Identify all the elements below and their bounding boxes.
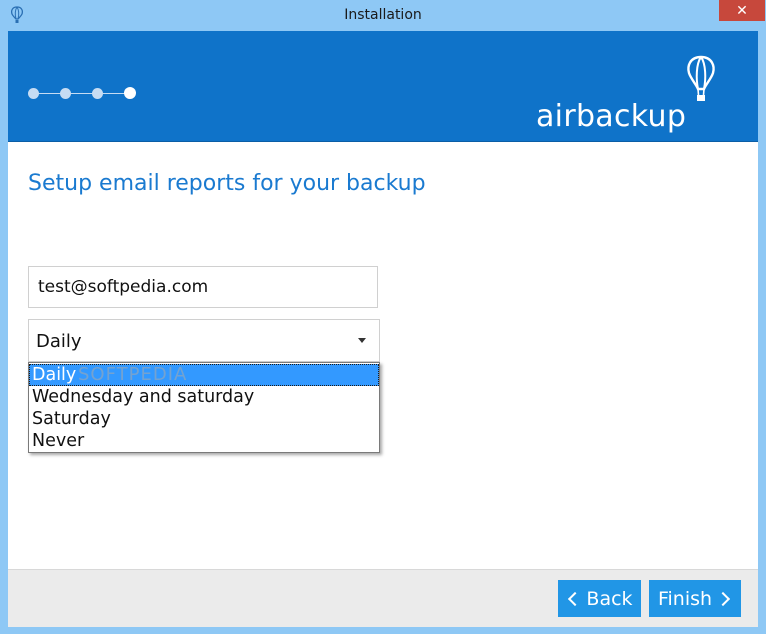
title-bar[interactable]: Installation ✕: [0, 0, 766, 32]
step-connector: [34, 93, 128, 94]
selected-frequency: Daily: [36, 331, 82, 352]
installer-window: Installation ✕ airbackup Setup email rep…: [0, 0, 766, 634]
report-frequency-select[interactable]: Daily: [28, 319, 380, 362]
back-button[interactable]: Back: [558, 580, 641, 617]
wizard-client-area: airbackup Setup email reports for your b…: [8, 31, 758, 627]
option-daily[interactable]: Daily: [29, 364, 379, 386]
step-indicator: [28, 87, 138, 101]
option-saturday[interactable]: Saturday: [29, 408, 379, 430]
back-button-label: Back: [586, 587, 633, 610]
wizard-footer: Back Finish: [8, 569, 758, 627]
email-field[interactable]: [28, 266, 378, 308]
page-title: Setup email reports for your backup: [28, 171, 426, 196]
step-1-dot: [28, 88, 39, 99]
step-3-dot: [92, 88, 103, 99]
chevron-right-icon: [715, 591, 731, 606]
step-2-dot: [60, 88, 71, 99]
finish-button[interactable]: Finish: [649, 580, 741, 617]
close-icon: ✕: [736, 2, 748, 19]
step-4-dot-current: [124, 87, 136, 99]
close-button[interactable]: ✕: [719, 0, 765, 21]
header-banner: airbackup: [8, 31, 758, 142]
balloon-logo-icon: [687, 55, 715, 101]
finish-button-label: Finish: [657, 587, 713, 610]
frequency-dropdown-list: Daily Wednesday and saturday Saturday Ne…: [28, 362, 380, 453]
option-wednesday-and-saturday[interactable]: Wednesday and saturday: [29, 386, 379, 408]
airbackup-logo: airbackup: [536, 51, 736, 134]
dropdown-arrow-icon[interactable]: [358, 338, 366, 343]
option-never[interactable]: Never: [29, 430, 379, 452]
chevron-left-icon: [568, 591, 583, 606]
window-title: Installation: [344, 7, 422, 23]
brand-name: airbackup: [536, 99, 687, 134]
